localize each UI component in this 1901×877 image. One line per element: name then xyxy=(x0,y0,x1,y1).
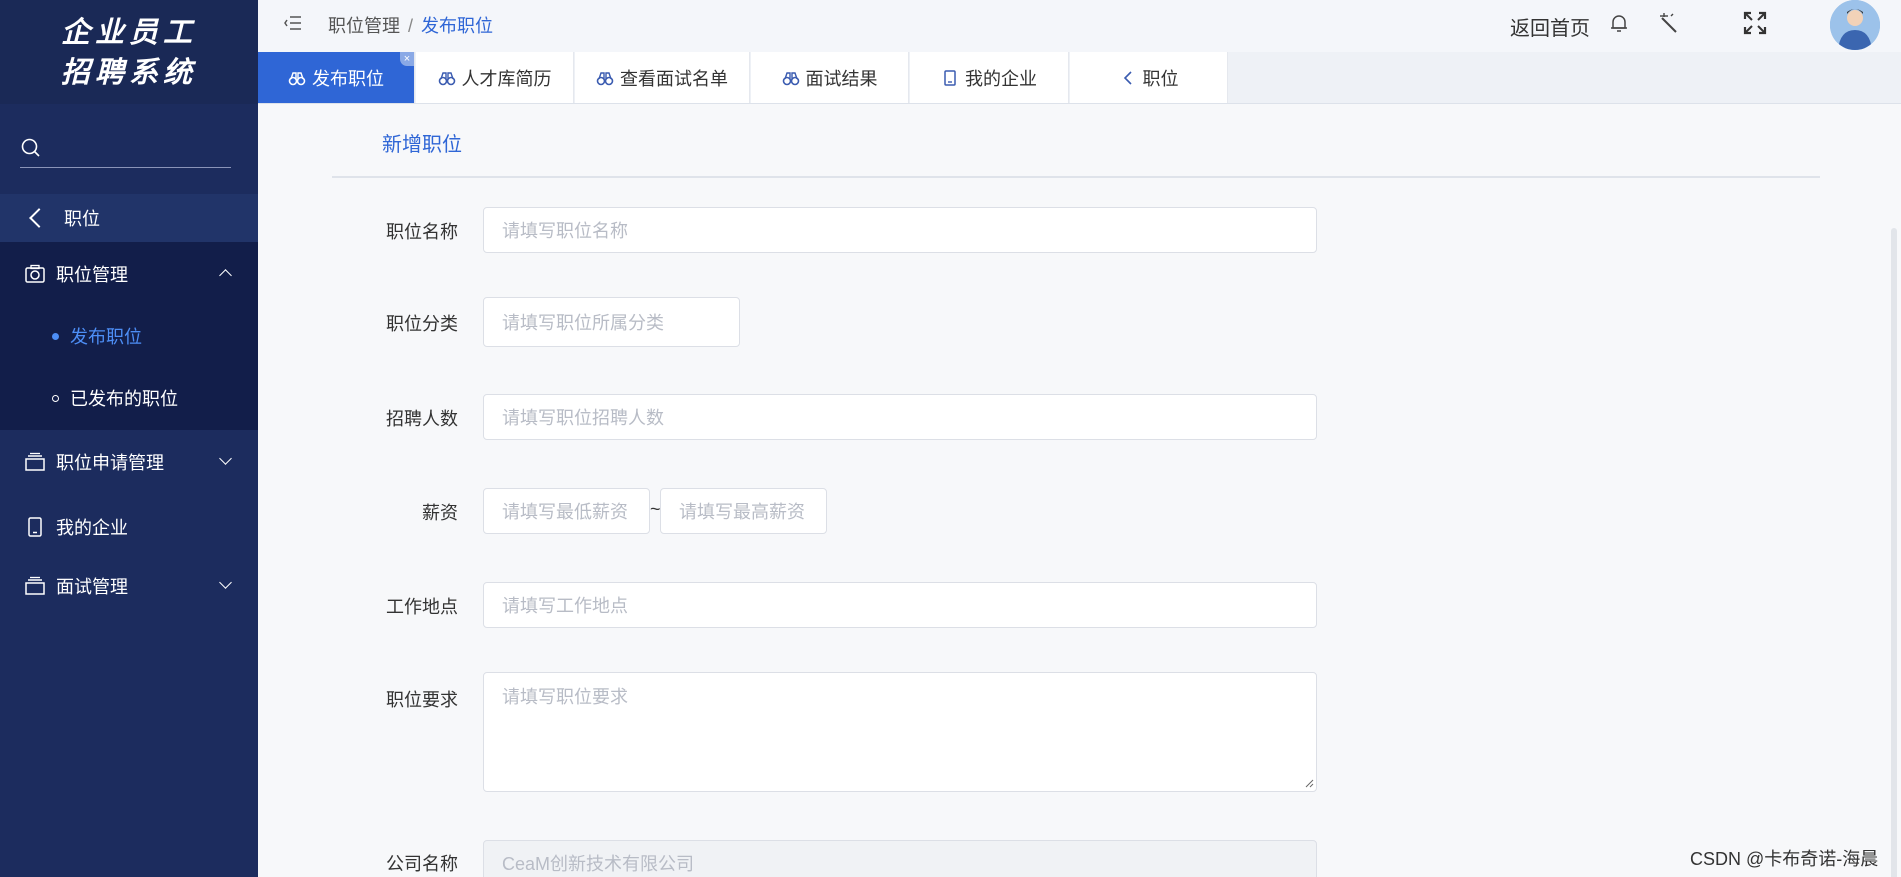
salary-separator: ~ xyxy=(650,499,661,519)
sidebar-item-label: 职位管理 xyxy=(56,265,128,285)
salary-max-input[interactable]: 请填写最高薪资 xyxy=(660,488,827,534)
salary-min-input[interactable]: 请填写最低薪资 xyxy=(483,488,650,534)
form-divider xyxy=(332,176,1820,178)
field-label-salary: 薪资 xyxy=(422,503,458,523)
tab-label: 我的企业 xyxy=(965,68,1037,89)
phone-icon xyxy=(24,516,46,538)
sidebar-item-position-management[interactable]: 职位管理 xyxy=(0,246,258,302)
binoculars-icon xyxy=(782,69,800,87)
field-label-company: 公司名称 xyxy=(386,854,458,874)
search-icon xyxy=(21,138,40,157)
sidebar-item-label: 面试管理 xyxy=(56,577,128,597)
logo-line1: 企业员工 xyxy=(60,15,197,49)
position-category-input[interactable]: 请填写职位所属分类 xyxy=(483,297,740,347)
chevron-left-icon xyxy=(29,208,49,228)
nav-back-label: 职位 xyxy=(64,209,100,229)
binoculars-icon xyxy=(596,69,614,87)
company-name-input: CeaM创新技术有限公司 xyxy=(483,840,1317,877)
sidebar-subitem-publish-position[interactable]: 发布职位 xyxy=(0,308,258,364)
sidebar-subitem-published-positions[interactable]: 已发布的职位 xyxy=(0,370,258,426)
breadcrumb-current: 发布职位 xyxy=(421,16,494,36)
sidebar-subitem-label: 已发布的职位 xyxy=(70,389,178,409)
tab-interview-list[interactable]: 查看面试名单 xyxy=(575,52,750,103)
tab-label: 查看面试名单 xyxy=(620,68,728,89)
breadcrumb-item[interactable]: 职位管理 xyxy=(328,16,400,36)
work-location-input[interactable]: 请填写工作地点 xyxy=(483,582,1317,628)
bell-icon[interactable] xyxy=(1606,10,1632,36)
logo-line2: 招聘系统 xyxy=(60,55,197,89)
field-label-location: 工作地点 xyxy=(386,597,458,617)
requirement-textarea[interactable]: 请填写职位要求 xyxy=(483,672,1317,792)
field-label-count: 招聘人数 xyxy=(386,409,458,429)
close-icon[interactable]: × xyxy=(400,52,414,66)
sidebar-item-my-company[interactable]: 我的企业 xyxy=(0,499,258,555)
field-label-name: 职位名称 xyxy=(386,222,458,242)
binoculars-icon xyxy=(288,69,306,87)
tab-talent-resume[interactable]: 人才库简历 xyxy=(416,52,574,103)
sidebar-item-label: 职位申请管理 xyxy=(56,453,164,473)
tab-label: 职位 xyxy=(1142,68,1179,89)
tab-position[interactable]: 职位 xyxy=(1070,52,1228,103)
avatar[interactable] xyxy=(1830,0,1880,50)
magic-wand-icon[interactable] xyxy=(1656,10,1682,36)
layers-icon xyxy=(24,451,46,473)
tab-label: 发布职位 xyxy=(312,68,384,89)
sidebar-search[interactable] xyxy=(20,128,231,168)
nav-back-item[interactable]: 职位 xyxy=(0,194,258,242)
sidebar-item-interview-management[interactable]: 面试管理 xyxy=(0,558,258,614)
breadcrumb-separator: / xyxy=(408,16,414,36)
clipboard-icon xyxy=(941,69,959,87)
sidebar-item-label: 我的企业 xyxy=(56,518,128,538)
tab-publish-position[interactable]: 发布职位 × xyxy=(258,52,415,103)
chevron-down-icon xyxy=(219,452,232,465)
layers-icon xyxy=(24,575,46,597)
bullet-icon xyxy=(52,332,59,340)
binoculars-icon xyxy=(438,69,456,87)
chevron-up-icon xyxy=(219,269,232,282)
page-scrollbar[interactable] xyxy=(1891,228,1897,877)
form-title: 新增职位 xyxy=(382,134,462,156)
breadcrumb: 职位管理 / 发布职位 xyxy=(328,12,493,38)
bullet-icon xyxy=(52,394,59,402)
field-label-requirement: 职位要求 xyxy=(386,690,458,710)
camera-icon xyxy=(24,263,46,285)
tab-my-company[interactable]: 我的企业 xyxy=(910,52,1069,103)
resize-grip-icon[interactable] xyxy=(1304,778,1314,788)
tab-label: 面试结果 xyxy=(805,68,878,89)
field-label-category: 职位分类 xyxy=(386,314,458,334)
chevron-down-icon xyxy=(219,576,232,589)
back-home-link[interactable]: 返回首页 xyxy=(1510,12,1590,41)
tab-label: 人才库简历 xyxy=(461,68,552,89)
sidebar-subitem-label: 发布职位 xyxy=(70,327,142,347)
top-header: 职位管理 / 发布职位 返回首页 xyxy=(258,0,1901,52)
tab-interview-result[interactable]: 面试结果 xyxy=(751,52,909,103)
tab-bar: 发布职位 × 人才库简历 查看面试名单 面试结果 我的企业 职位 xyxy=(258,52,1901,104)
main-content: 新增职位 职位名称 请填写职位名称 职位分类 请填写职位所属分类 招聘人数 请填… xyxy=(258,104,1901,877)
chevron-left-icon xyxy=(1119,69,1137,87)
position-name-input[interactable]: 请填写职位名称 xyxy=(483,207,1317,253)
sidebar: 企业员工 招聘系统 职位 职位管理 发布职位 已发布的职位 职位申请管理 我的企… xyxy=(0,0,258,877)
fullscreen-icon[interactable] xyxy=(1742,10,1768,36)
watermark: CSDN @卡布奇诺-海晨 xyxy=(1690,849,1879,869)
menu-toggle-icon[interactable] xyxy=(284,15,302,31)
app-logo: 企业员工 招聘系统 xyxy=(0,0,258,104)
hire-count-input[interactable]: 请填写职位招聘人数 xyxy=(483,394,1317,440)
sidebar-item-application-management[interactable]: 职位申请管理 xyxy=(0,434,258,490)
